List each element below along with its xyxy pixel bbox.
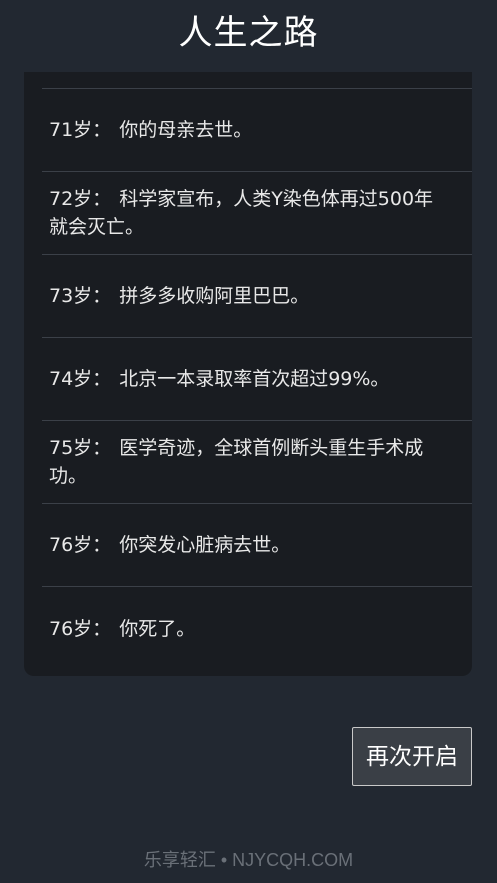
list-item: 73岁： 拼多多收购阿里巴巴。: [42, 255, 472, 338]
event-text-wrap: 74岁： 北京一本录取率首次超过99%。: [49, 365, 389, 393]
restart-button[interactable]: 再次开启: [352, 727, 472, 786]
event-text: 你死了。: [119, 617, 196, 640]
event-text-wrap: 76岁： 你死了。: [49, 615, 195, 643]
event-text: 你突发心脏病去世。: [119, 534, 291, 556]
list-item: 75岁： 医学奇迹，全球首例断头重生手术成功。: [42, 421, 472, 504]
list-item: 74岁： 北京一本录取率首次超过99%。: [42, 338, 472, 421]
event-text-wrap: 73岁： 拼多多收购阿里巴巴。: [49, 282, 309, 310]
event-age: 75岁：: [49, 437, 112, 459]
list-item: 71岁： 你的母亲去世。: [42, 89, 472, 172]
life-event-list: 71岁： 你的母亲去世。 72岁： 科学家宣布，人类Y染色体再过500年就会灭亡。 …: [42, 88, 472, 670]
list-item: 76岁： 你死了。: [42, 587, 472, 670]
page-title: 人生之路: [178, 13, 319, 53]
event-age: 76岁：: [49, 617, 112, 640]
watermark: 乐享轻汇 • NJYCQH.COM: [143, 850, 354, 870]
event-age: 71岁：: [49, 119, 112, 141]
list-item: 72岁： 科学家宣布，人类Y染色体再过500年就会灭亡。: [42, 172, 472, 255]
event-age: 73岁：: [49, 285, 112, 307]
event-text-wrap: 76岁： 你突发心脏病去世。: [49, 531, 290, 559]
event-text: 你的母亲去世。: [119, 119, 253, 141]
event-text: 北京一本录取率首次超过99%。: [119, 368, 390, 390]
life-event-panel[interactable]: 71岁： 你的母亲去世。 72岁： 科学家宣布，人类Y染色体再过500年就会灭亡。 …: [24, 72, 472, 676]
list-item: 76岁： 你突发心脏病去世。: [42, 504, 472, 587]
event-age: 72岁：: [49, 188, 112, 210]
event-text-wrap: 72岁： 科学家宣布，人类Y染色体再过500年就会灭亡。: [49, 185, 444, 241]
event-text-wrap: 71岁： 你的母亲去世。: [49, 116, 252, 144]
event-age: 74岁：: [49, 368, 112, 390]
event-text: 拼多多收购阿里巴巴。: [119, 285, 310, 307]
event-text-wrap: 75岁： 医学奇迹，全球首例断头重生手术成功。: [49, 434, 444, 490]
event-age: 76岁：: [49, 534, 112, 556]
